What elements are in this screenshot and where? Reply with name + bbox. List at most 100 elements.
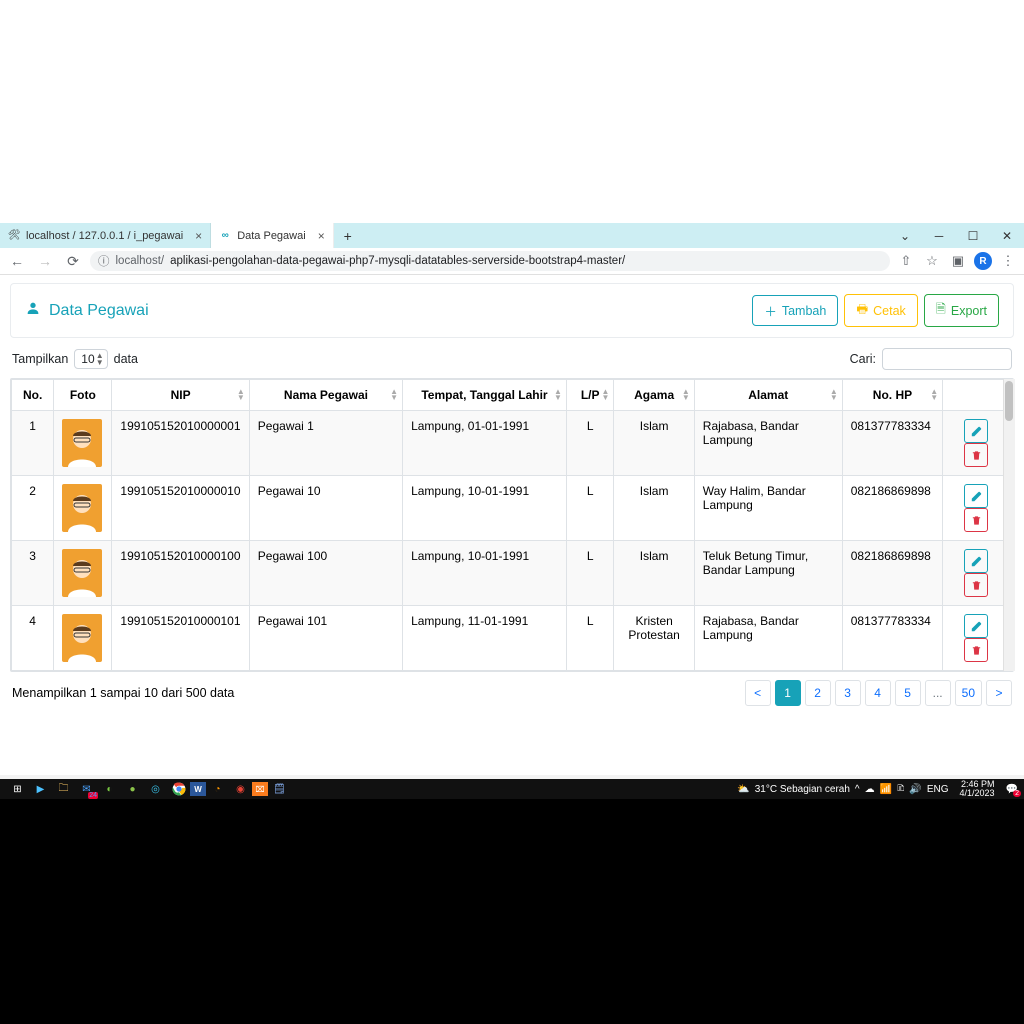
column-header[interactable]: NIP▲▼ — [112, 380, 249, 411]
url-input[interactable]: ⓘ localhost/aplikasi-pengolahan-data-peg… — [90, 251, 890, 271]
window-close[interactable]: ✕ — [990, 223, 1024, 248]
page-number[interactable]: 50 — [955, 680, 982, 706]
site-info-icon[interactable]: ⓘ — [98, 253, 110, 269]
page-number[interactable]: 2 — [805, 680, 831, 706]
start-button[interactable]: ⊞ — [6, 779, 29, 799]
table-row: 1 199105152010000001Pegawai 1Lampung, 01-… — [12, 411, 1013, 476]
length-prefix: Tampilkan — [12, 352, 68, 366]
share-icon[interactable]: ⇧ — [896, 253, 916, 269]
chrome-icon-2[interactable]: ◉ — [229, 779, 252, 799]
delete-button[interactable] — [964, 443, 988, 467]
edit-button[interactable] — [964, 549, 988, 573]
app-icon-4[interactable]: 🗒 — [268, 779, 291, 799]
scrollbar-thumb[interactable] — [1005, 381, 1013, 421]
battery-icon[interactable]: 🗈 — [897, 781, 904, 798]
column-header[interactable]: No. — [12, 380, 54, 411]
onedrive-icon[interactable]: ☁ — [865, 784, 875, 795]
add-button[interactable]: ＋Tambah — [752, 295, 838, 326]
table-info: Menampilkan 1 sampai 10 dari 500 data — [12, 686, 234, 700]
print-button[interactable]: 🖶Cetak — [844, 294, 917, 327]
cell-lp: L — [566, 476, 614, 541]
weather-icon[interactable]: ⛅ — [737, 784, 749, 795]
avatar — [62, 614, 102, 662]
column-header[interactable]: Tempat, Tanggal Lahir▲▼ — [403, 380, 567, 411]
cell-ttl: Lampung, 10-01-1991 — [403, 476, 567, 541]
cell-agama: Islam — [614, 541, 694, 606]
app-icon-3[interactable]: ◔ — [206, 779, 229, 799]
edit-button[interactable] — [964, 484, 988, 508]
cell-ttl: Lampung, 01-01-1991 — [403, 411, 567, 476]
nav-forward-icon[interactable]: → — [34, 253, 56, 269]
task-view-icon[interactable]: ▶ — [29, 779, 52, 799]
edge-icon[interactable]: ◎ — [144, 779, 167, 799]
language-indicator[interactable]: ENG — [927, 784, 949, 795]
window-minimize-caret[interactable]: ⌄ — [888, 223, 922, 248]
page-prev[interactable]: < — [745, 680, 771, 706]
cell-foto — [54, 606, 112, 671]
column-header[interactable]: No. HP▲▼ — [842, 380, 942, 411]
file-explorer-icon[interactable]: 🗀 — [52, 779, 75, 799]
cell-ttl: Lampung, 11-01-1991 — [403, 606, 567, 671]
page-number[interactable]: 3 — [835, 680, 861, 706]
chrome-icon[interactable] — [167, 779, 190, 799]
delete-button[interactable] — [964, 638, 988, 662]
sort-icon: ▲▼ — [830, 389, 838, 401]
page-next[interactable]: > — [986, 680, 1012, 706]
edit-button[interactable] — [964, 419, 988, 443]
nav-reload-icon[interactable]: ⟳ — [62, 253, 84, 270]
page-length-select[interactable]: 10 ▲▼ — [74, 349, 107, 369]
tray-chevron-icon[interactable]: ^ — [855, 784, 860, 795]
nav-back-icon[interactable]: ← — [6, 253, 28, 269]
taskbar-clock[interactable]: 2:46 PM 4/1/2023 — [954, 780, 1001, 798]
browser-tab-active[interactable]: ∞ Data Pegawai × — [211, 223, 334, 248]
new-tab-button[interactable]: + — [334, 223, 362, 248]
page-title: Data Pegawai — [25, 300, 149, 321]
bookmark-icon[interactable]: ☆ — [922, 253, 942, 269]
profile-avatar[interactable]: R — [974, 252, 992, 270]
cell-nip: 199105152010000001 — [112, 411, 249, 476]
notifications-icon[interactable]: 💬2 — [1006, 784, 1018, 795]
browser-tab-strip: 🛠 localhost / 127.0.0.1 / i_pegawai × ∞ … — [0, 223, 1024, 248]
delete-button[interactable] — [964, 573, 988, 597]
window-maximize[interactable]: ☐ — [956, 223, 990, 248]
window-minimize[interactable]: ─ — [922, 223, 956, 248]
weather-text[interactable]: 31°C Sebagian cerah — [755, 784, 850, 795]
volume-icon[interactable]: 🔊 — [909, 784, 921, 795]
table-row: 4199105152010000101Pegawai 101Lampung, 1… — [12, 606, 1013, 671]
column-header[interactable]: Alamat▲▼ — [694, 380, 842, 411]
word-icon[interactable]: W — [190, 782, 206, 796]
close-tab-icon[interactable]: × — [318, 229, 325, 243]
cell-nama: Pegawai 10 — [249, 476, 402, 541]
column-header[interactable]: L/P▲▼ — [566, 380, 614, 411]
tab-title: localhost / 127.0.0.1 / i_pegawai — [26, 230, 183, 242]
mail-icon[interactable]: ✉24 — [75, 779, 98, 799]
page-number[interactable]: 4 — [865, 680, 891, 706]
page-number[interactable]: 5 — [895, 680, 921, 706]
browser-tab-inactive[interactable]: 🛠 localhost / 127.0.0.1 / i_pegawai × — [0, 223, 211, 248]
edit-button[interactable] — [964, 614, 988, 638]
column-header[interactable]: Nama Pegawai▲▼ — [249, 380, 402, 411]
export-button[interactable]: 🗎Export — [924, 294, 999, 327]
delete-button[interactable] — [964, 508, 988, 532]
sort-icon: ▲▼ — [602, 389, 610, 401]
app-icon-1[interactable]: ◐ — [98, 779, 121, 799]
cell-ttl: Lampung, 10-01-1991 — [403, 541, 567, 606]
xampp-icon[interactable]: ⌧ — [252, 782, 268, 796]
plus-icon: ＋ — [764, 301, 777, 320]
kebab-menu-icon[interactable]: ⋮ — [998, 253, 1018, 269]
sort-icon: ▲▼ — [390, 389, 398, 401]
column-header[interactable]: Foto — [54, 380, 112, 411]
column-header[interactable]: Agama▲▼ — [614, 380, 694, 411]
wifi-icon[interactable]: 📶 — [880, 784, 892, 795]
extensions-icon[interactable]: ▣ — [948, 253, 968, 269]
cell-hp: 081377783334 — [842, 606, 942, 671]
search-input[interactable] — [882, 348, 1012, 370]
table-scrollbar[interactable] — [1003, 379, 1015, 671]
app-icon-2[interactable]: ● — [121, 779, 144, 799]
page-number[interactable]: 1 — [775, 680, 801, 706]
close-tab-icon[interactable]: × — [195, 229, 202, 243]
cell-no: 1 — [12, 411, 54, 476]
cell-nama: Pegawai 1 — [249, 411, 402, 476]
cell-foto — [54, 476, 112, 541]
phpmyadmin-icon: 🛠 — [8, 230, 20, 242]
